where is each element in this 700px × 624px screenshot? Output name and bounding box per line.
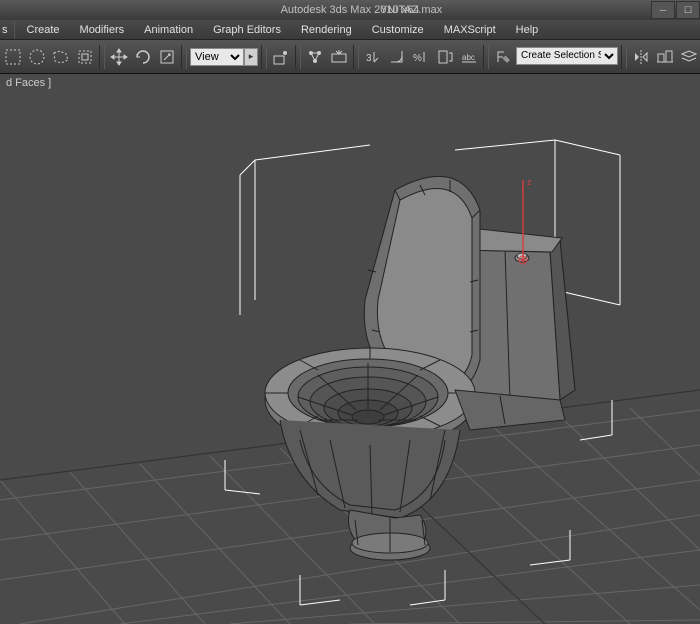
toilet-bowl [265, 348, 475, 518]
keyboard-shortcut-icon[interactable] [328, 45, 350, 69]
menu-maxscript[interactable]: MAXScript [434, 21, 506, 39]
minimize-button[interactable]: ─ [651, 1, 675, 19]
mirror-icon[interactable] [630, 45, 652, 69]
rotate-icon[interactable] [132, 45, 154, 69]
snap-3d-icon[interactable]: 3 [362, 45, 384, 69]
angle-snap-icon[interactable] [386, 45, 408, 69]
reference-coord-dropdown[interactable]: View ▸ [190, 47, 258, 67]
perspective-viewport[interactable]: z [0, 100, 700, 624]
selection-rect-icon[interactable] [2, 45, 24, 69]
toolbar-separator [353, 45, 359, 69]
title-bar: Autodesk 3ds Max 2010 x64 YNITAZ.max ─ ☐ [0, 0, 700, 20]
toolbar-separator [295, 45, 301, 69]
menu-customize[interactable]: Customize [362, 21, 434, 39]
window-controls: ─ ☐ [650, 1, 700, 19]
layers-icon[interactable] [678, 45, 700, 69]
toolbar-separator [181, 45, 187, 69]
menu-rendering[interactable]: Rendering [291, 21, 362, 39]
scale-icon[interactable] [156, 45, 178, 69]
move-icon[interactable] [108, 45, 130, 69]
selection-paint-icon[interactable] [74, 45, 96, 69]
manipulate-icon[interactable] [304, 45, 326, 69]
reference-coord-select[interactable]: View [190, 48, 244, 66]
main-toolbar: View ▸ 3 % abc Create Selection Se [0, 40, 700, 74]
menu-graph-editors[interactable]: Graph Editors [203, 21, 291, 39]
menu-help[interactable]: Help [506, 21, 549, 39]
svg-text:%: % [413, 53, 422, 64]
named-selection-select[interactable]: Create Selection Se [516, 47, 618, 65]
svg-text:abc: abc [462, 53, 475, 62]
menu-edge[interactable]: s [2, 21, 15, 39]
file-name: YNITAZ.max [380, 4, 442, 16]
named-sel-edit-icon[interactable] [492, 45, 514, 69]
selection-circle-icon[interactable] [26, 45, 48, 69]
align-icon[interactable] [654, 45, 676, 69]
named-selection-dropdown[interactable]: Create Selection Se [516, 47, 618, 67]
selection-fence-icon[interactable] [50, 45, 72, 69]
pivot-icon[interactable] [270, 45, 292, 69]
status-text: d Faces ] [0, 74, 700, 92]
menu-bar: s Create Modifiers Animation Graph Edito… [0, 20, 700, 40]
menu-modifiers[interactable]: Modifiers [70, 21, 135, 39]
toolbar-separator [99, 45, 105, 69]
toolbar-separator [483, 45, 489, 69]
gizmo-z-label: z [527, 177, 532, 187]
percent-snap-icon[interactable]: % [410, 45, 432, 69]
maximize-button[interactable]: ☐ [676, 1, 700, 19]
viewport-canvas[interactable]: z [0, 100, 700, 624]
coord-go-button[interactable]: ▸ [244, 48, 258, 66]
toolbar-separator [261, 45, 267, 69]
svg-text:3: 3 [366, 53, 372, 64]
units-setup-icon[interactable]: abc [458, 45, 480, 69]
menu-animation[interactable]: Animation [134, 21, 203, 39]
spinner-snap-icon[interactable] [434, 45, 456, 69]
menu-create[interactable]: Create [17, 21, 70, 39]
toilet-pedestal [348, 510, 430, 560]
toolbar-separator [621, 45, 627, 69]
wire-box-left [240, 145, 370, 315]
